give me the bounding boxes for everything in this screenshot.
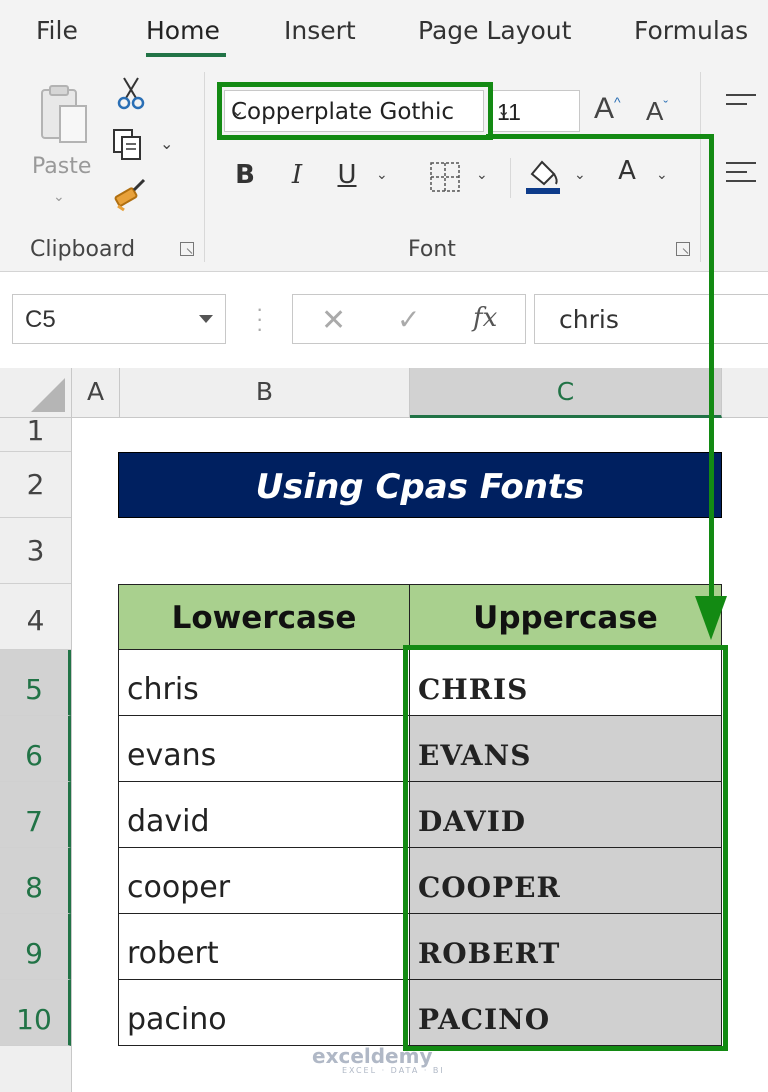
cell-b10[interactable]: pacino — [118, 980, 410, 1046]
row-header-3[interactable]: 3 — [0, 518, 71, 584]
format-painter-icon[interactable] — [112, 178, 150, 212]
borders-icon[interactable] — [428, 160, 462, 194]
select-all-button[interactable] — [0, 368, 72, 418]
formula-input[interactable]: chris — [534, 294, 768, 344]
column-header-b[interactable]: B — [120, 368, 410, 418]
chevron-down-icon: ⌄ — [53, 188, 65, 204]
ribbon-tabs: File Home Insert Page Layout Formulas — [0, 0, 768, 62]
align-left-icon[interactable] — [726, 162, 756, 189]
chevron-down-icon[interactable]: ⌄ — [656, 166, 668, 183]
row-header-6[interactable]: 6 — [0, 716, 71, 782]
row-header-8[interactable]: 8 — [0, 848, 71, 914]
row-header-7[interactable]: 7 — [0, 782, 71, 848]
increase-font-size-button[interactable]: A^ — [594, 92, 621, 126]
font-color-button[interactable]: A — [612, 156, 642, 186]
copy-icon[interactable] — [112, 128, 148, 162]
font-highlight-box — [217, 82, 493, 140]
tab-insert[interactable]: Insert — [284, 16, 356, 45]
cancel-icon[interactable]: ✕ — [321, 303, 346, 338]
tab-home[interactable]: Home — [146, 16, 220, 45]
font-group-label: Font — [408, 237, 456, 262]
row-headers: 1 2 3 4 5 6 7 8 9 10 — [0, 417, 72, 1092]
chevron-down-icon[interactable]: ⌄ — [574, 166, 586, 183]
fill-color-icon[interactable] — [526, 158, 562, 196]
clipboard-group-label: Clipboard — [30, 237, 136, 262]
name-box-value: C5 — [25, 306, 56, 333]
row-header-10[interactable]: 10 — [0, 980, 71, 1046]
watermark-brand: exceldemy — [312, 1044, 433, 1068]
bold-button[interactable]: B — [230, 160, 260, 190]
chevron-down-icon[interactable]: ⌄ — [376, 166, 388, 183]
cut-icon[interactable] — [116, 76, 146, 110]
font-launcher-icon[interactable] — [676, 242, 690, 256]
tab-file[interactable]: File — [36, 16, 78, 45]
name-box[interactable]: C5 — [12, 294, 226, 344]
column-headers: A B C — [0, 368, 768, 418]
header-lowercase[interactable]: Lowercase — [118, 584, 410, 650]
insert-function-button[interactable]: fx — [473, 303, 497, 333]
sheet-title: Using Cpas Fonts — [255, 467, 585, 507]
annotation-arrow-line — [486, 134, 714, 139]
cell-b5[interactable]: chris — [118, 650, 410, 716]
paste-label: Paste — [32, 154, 92, 179]
formula-buttons: ✕ ✓ fx — [292, 294, 526, 344]
header-uppercase[interactable]: Uppercase — [410, 584, 722, 650]
row-header-5[interactable]: 5 — [0, 650, 71, 716]
watermark-tagline: EXCEL · DATA · BI — [342, 1066, 445, 1075]
group-divider — [204, 72, 205, 262]
chevron-down-icon: ⌄ — [497, 103, 511, 120]
formula-bar: C5 · · · ✕ ✓ fx chris — [0, 272, 768, 368]
row-header-1[interactable]: 1 — [0, 417, 71, 452]
enter-icon[interactable]: ✓ — [397, 303, 420, 336]
formula-value: chris — [559, 305, 619, 334]
watermark-logo: exceldemy EXCEL · DATA · BI — [312, 1044, 445, 1075]
chevron-down-icon[interactable]: ⌄ — [476, 166, 488, 183]
row-header-4[interactable]: 4 — [0, 584, 71, 650]
tab-formulas[interactable]: Formulas — [634, 16, 748, 45]
row-header-9[interactable]: 9 — [0, 914, 71, 980]
cell-b7[interactable]: david — [118, 782, 410, 848]
row-header-2[interactable]: 2 — [0, 452, 71, 518]
align-top-icon[interactable] — [726, 94, 756, 112]
more-icon[interactable]: · · · — [256, 298, 263, 340]
font-size-select[interactable]: 11 ⌄ — [492, 90, 580, 132]
column-header-c[interactable]: C — [410, 368, 722, 418]
chevron-down-icon — [199, 315, 213, 323]
cell-b8[interactable]: cooper — [118, 848, 410, 914]
decrease-font-size-button[interactable]: Aˇ — [646, 96, 668, 127]
cell-b6[interactable]: evans — [118, 716, 410, 782]
column-header-a[interactable]: A — [72, 368, 120, 418]
chevron-down-icon[interactable]: ⌄ — [160, 134, 173, 154]
italic-button[interactable]: I — [282, 160, 312, 190]
clipboard-launcher-icon[interactable] — [180, 242, 194, 256]
group-divider — [700, 72, 701, 262]
cell-b9[interactable]: robert — [118, 914, 410, 980]
paste-icon — [41, 85, 87, 143]
arrow-down-icon — [695, 596, 727, 640]
active-tab-indicator — [146, 53, 226, 57]
underline-button[interactable]: U — [332, 160, 362, 190]
title-cell[interactable]: Using Cpas Fonts — [118, 452, 722, 518]
selection-highlight-box — [403, 645, 728, 1051]
tab-page-layout[interactable]: Page Layout — [418, 16, 571, 45]
divider — [510, 158, 511, 198]
annotation-arrow-line — [709, 134, 714, 604]
